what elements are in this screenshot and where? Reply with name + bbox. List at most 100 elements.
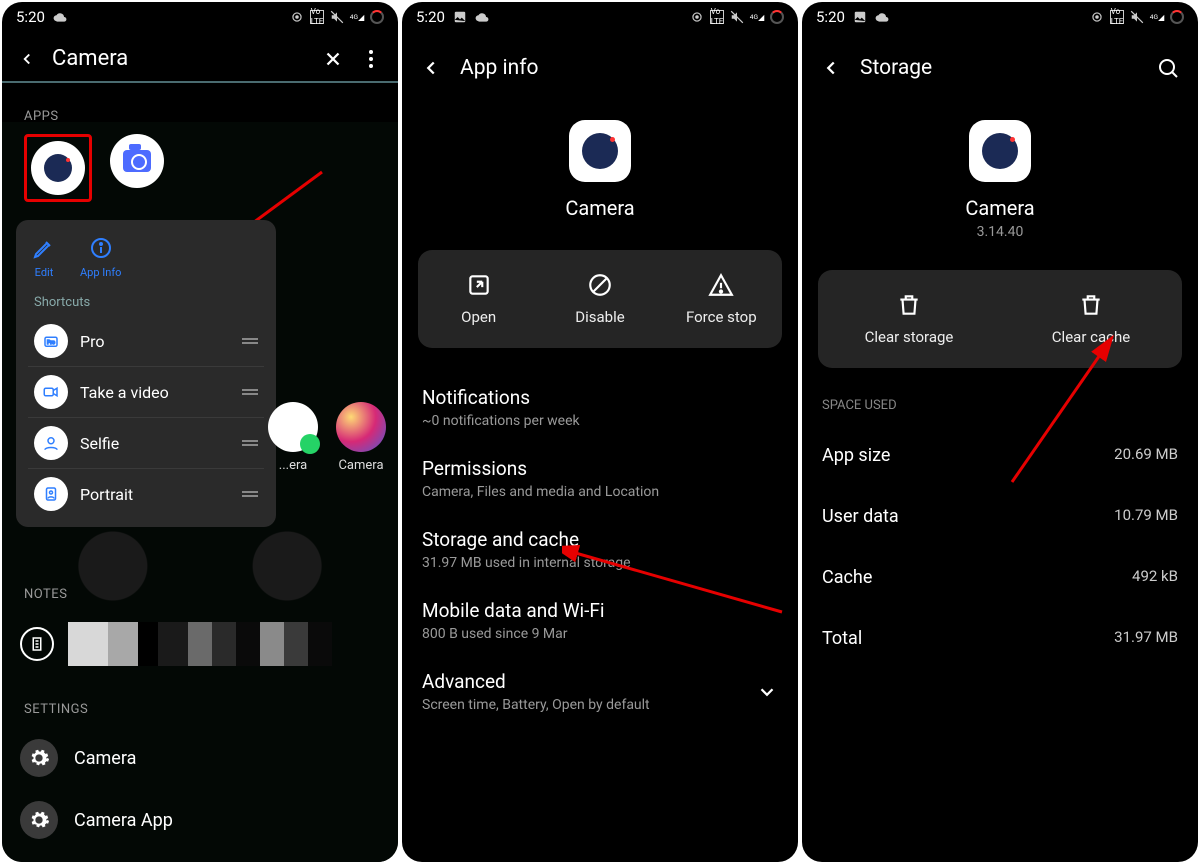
gear-icon (20, 739, 58, 777)
pencil-icon (32, 236, 56, 260)
force-stop-button[interactable]: Force stop (661, 250, 782, 348)
side-app-1[interactable]: ...era (268, 402, 318, 473)
portrait-icon (34, 477, 68, 511)
highlight-box (24, 134, 92, 202)
side-app-2[interactable]: Camera (336, 402, 386, 473)
signal-icon: 4G◢ (350, 10, 364, 24)
info-notifications[interactable]: Notifications ~0 notifications per week (422, 372, 778, 443)
apps-section-label: APPS (2, 83, 398, 134)
back-icon[interactable] (18, 50, 36, 68)
warning-icon (708, 272, 734, 298)
info-storage-cache[interactable]: Storage and cache 31.97 MB used in inter… (422, 514, 778, 585)
space-used-label: SPACE USED (802, 368, 1198, 417)
trash-icon (1078, 292, 1104, 318)
note-icon (20, 627, 54, 661)
note-item[interactable] (2, 612, 398, 676)
cast-icon (290, 10, 304, 24)
gear-icon (20, 801, 58, 839)
overflow-icon[interactable] (360, 48, 382, 70)
loading-icon (770, 10, 784, 24)
disable-button[interactable]: Disable (539, 250, 660, 348)
action-bar: Clear storage Clear cache (818, 270, 1182, 368)
settings-section-label: SETTINGS (2, 676, 398, 727)
whatsapp-cam-icon (268, 402, 318, 452)
drag-icon[interactable] (242, 491, 258, 497)
video-icon (34, 375, 68, 409)
back-icon[interactable] (820, 57, 842, 79)
row-total[interactable]: Total 31.97 MB (822, 608, 1178, 669)
image-icon (453, 10, 467, 24)
info-permissions[interactable]: Permissions Camera, Files and media and … (422, 443, 778, 514)
shortcut-portrait[interactable]: Portrait (28, 469, 264, 519)
page-title: App info (460, 56, 538, 80)
drag-icon[interactable] (242, 440, 258, 446)
pixelated-content (68, 622, 380, 666)
camera-app-icon[interactable] (31, 141, 85, 195)
signal-icon: 4G◢ (1150, 10, 1164, 24)
cloud-icon (53, 10, 67, 24)
row-user-data[interactable]: User data 10.79 MB (822, 486, 1178, 547)
pro-icon: Pro (34, 324, 68, 358)
status-bar: 5:20 VoLTE 4G◢ (402, 2, 798, 32)
app-version: 3.14.40 (977, 224, 1024, 240)
info-mobile-data[interactable]: Mobile data and Wi-Fi 800 B used since 9… (422, 585, 778, 656)
loading-icon (370, 10, 384, 24)
settings-camera[interactable]: Camera (2, 727, 398, 789)
open-icon (466, 272, 492, 298)
signal-icon: 4G◢ (750, 10, 764, 24)
shortcuts-label: Shortcuts (16, 289, 276, 316)
clear-cache-button[interactable]: Clear cache (1000, 270, 1182, 368)
search-input[interactable]: Camera (52, 46, 306, 71)
edit-button[interactable]: Edit (32, 236, 56, 279)
cast-icon (690, 10, 704, 24)
action-bar: Open Disable Force stop (418, 250, 782, 348)
info-icon (89, 236, 113, 260)
app-name: Camera (965, 196, 1034, 220)
mute-icon (730, 10, 744, 24)
cloud-icon (475, 10, 489, 24)
drag-icon[interactable] (242, 338, 258, 344)
chevron-down-icon (756, 681, 778, 703)
screen-storage: 5:20 VoLTE 4G◢ Storage Camera 3.14.40 Cl… (802, 2, 1198, 862)
row-app-size[interactable]: App size 20.69 MB (822, 425, 1178, 486)
mute-icon (330, 10, 344, 24)
shortcut-pro[interactable]: Pro Pro (28, 316, 264, 367)
clear-storage-button[interactable]: Clear storage (818, 270, 1000, 368)
appinfo-button[interactable]: App Info (80, 236, 121, 279)
page-title: Storage (860, 56, 1138, 80)
context-popup: Edit App Info Shortcuts Pro Pro (16, 220, 276, 527)
app-icon (969, 120, 1031, 182)
status-bar: 5:20 VoLTE 4G◢ (802, 2, 1198, 32)
drag-icon[interactable] (242, 389, 258, 395)
settings-camera-app[interactable]: Camera App (2, 789, 398, 851)
trash-icon (896, 292, 922, 318)
shortcut-selfie[interactable]: Selfie (28, 418, 264, 469)
selfie-icon (34, 426, 68, 460)
image-icon (853, 10, 867, 24)
app-icon (569, 120, 631, 182)
volte-icon: VoLTE (710, 10, 724, 24)
open-button[interactable]: Open (418, 250, 539, 348)
info-advanced[interactable]: Advanced Screen time, Battery, Open by d… (422, 656, 778, 727)
row-cache[interactable]: Cache 492 kB (822, 547, 1178, 608)
search-icon[interactable] (1156, 56, 1180, 80)
cloud-icon (875, 10, 889, 24)
shortcut-video[interactable]: Take a video (28, 367, 264, 418)
instagram-cam-icon (336, 402, 386, 452)
notes-section-label: NOTES (2, 527, 398, 612)
volte-icon: VoLTE (310, 10, 324, 24)
mute-icon (1130, 10, 1144, 24)
loading-icon (1170, 10, 1184, 24)
app-name: Camera (565, 196, 634, 220)
screen-app-info: 5:20 VoLTE 4G◢ App info Camera Open Disa… (402, 2, 798, 862)
camera2-app-icon[interactable] (110, 134, 164, 188)
status-time: 5:20 (416, 8, 445, 26)
screen-search: 5:20 VoLTE 4G◢ Camera APPS (2, 2, 398, 862)
status-time: 5:20 (816, 8, 845, 26)
status-bar: 5:20 VoLTE 4G◢ (2, 2, 398, 32)
disable-icon (587, 272, 613, 298)
clear-icon[interactable] (322, 48, 344, 70)
back-icon[interactable] (420, 57, 442, 79)
search-bar[interactable]: Camera (2, 32, 398, 83)
edit-label: Edit (35, 266, 54, 279)
